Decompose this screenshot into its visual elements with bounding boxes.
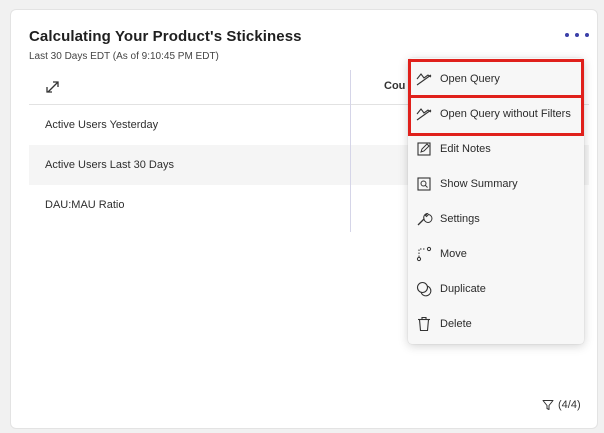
menu-item-label: Delete <box>440 317 472 330</box>
menu-item-settings[interactable]: Settings <box>408 201 584 236</box>
menu-item-open-query-without-filters[interactable]: Open Query without Filters <box>408 96 584 131</box>
menu-item-show-summary[interactable]: Show Summary <box>408 166 584 201</box>
context-menu: Open Query Open Query without Filters Ed… <box>408 58 584 344</box>
filter-indicator[interactable]: (4/4) <box>542 399 581 411</box>
more-options-button[interactable] <box>565 28 589 42</box>
swap-arrows-icon[interactable] <box>43 77 63 97</box>
trash-icon <box>415 315 433 333</box>
filter-count: (4/4) <box>558 399 581 411</box>
menu-item-label: Show Summary <box>440 177 518 190</box>
menu-item-label: Open Query without Filters <box>440 107 571 120</box>
menu-item-edit-notes[interactable]: Edit Notes <box>408 131 584 166</box>
column-divider <box>350 70 351 232</box>
card-title: Calculating Your Product's Stickiness <box>29 28 302 45</box>
menu-item-label: Duplicate <box>440 282 486 295</box>
menu-item-label: Open Query <box>440 72 500 85</box>
card-subtitle: Last 30 Days EDT (As of 9:10:45 PM EDT) <box>29 51 219 62</box>
row-label: Active Users Last 30 Days <box>45 159 174 171</box>
menu-item-delete[interactable]: Delete <box>408 306 584 341</box>
more-dot-icon <box>585 33 589 37</box>
menu-item-label: Move <box>440 247 467 260</box>
chart-line-icon <box>415 70 433 88</box>
wrench-icon <box>415 210 433 228</box>
summary-icon <box>415 175 433 193</box>
duplicate-icon <box>415 280 433 298</box>
more-dot-icon <box>575 33 579 37</box>
menu-item-label: Edit Notes <box>440 142 491 155</box>
more-dot-icon <box>565 33 569 37</box>
move-icon <box>415 245 433 263</box>
edit-icon <box>415 140 433 158</box>
menu-item-open-query[interactable]: Open Query <box>408 61 584 96</box>
menu-item-move[interactable]: Move <box>408 236 584 271</box>
row-label: DAU:MAU Ratio <box>45 199 125 211</box>
chart-line-icon <box>415 105 433 123</box>
filter-icon <box>542 400 554 410</box>
count-column-header[interactable]: Cou <box>384 80 405 92</box>
row-label: Active Users Yesterday <box>45 119 159 131</box>
menu-item-duplicate[interactable]: Duplicate <box>408 271 584 306</box>
menu-item-label: Settings <box>440 212 480 225</box>
